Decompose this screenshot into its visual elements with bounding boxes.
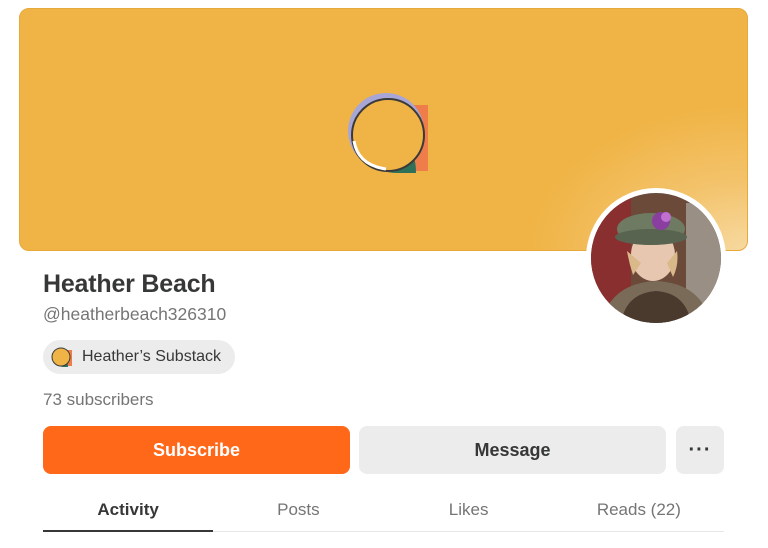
profile-avatar[interactable] (586, 188, 726, 328)
message-button[interactable]: Message (359, 426, 666, 474)
avatar-photo (591, 193, 721, 323)
tab-likes[interactable]: Likes (384, 494, 554, 531)
tab-reads[interactable]: Reads (22) (554, 494, 724, 531)
profile-tabs: Activity Posts Likes Reads (22) (43, 494, 724, 532)
more-options-button[interactable]: ··· (676, 426, 724, 474)
publication-name: Heather’s Substack (82, 348, 222, 365)
profile-handle: @heatherbeach326310 (43, 304, 227, 324)
tab-activity[interactable]: Activity (43, 494, 214, 532)
publication-logo-icon (348, 93, 428, 173)
publication-link[interactable]: Heather’s Substack (43, 340, 236, 374)
subscriber-count: 73 subscribers (43, 390, 154, 409)
subscribe-button[interactable]: Subscribe (43, 426, 350, 474)
tab-posts[interactable]: Posts (213, 494, 383, 531)
profile-name: Heather Beach (43, 270, 216, 298)
substack-logo-icon (51, 347, 72, 367)
